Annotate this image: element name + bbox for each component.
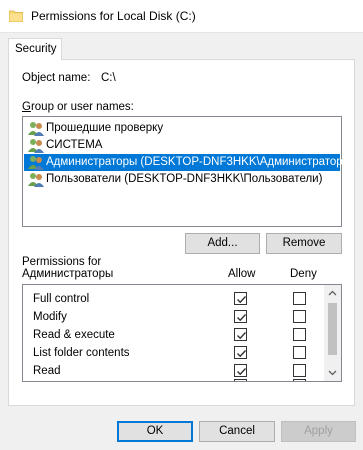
permission-name: Full control bbox=[33, 293, 90, 305]
permissions-list: Full control Modify Read & execute List fol… bbox=[22, 284, 342, 382]
users-icon bbox=[28, 156, 44, 170]
allow-checkbox[interactable] bbox=[234, 292, 247, 305]
ok-button[interactable]: OK bbox=[117, 421, 193, 442]
deny-checkbox[interactable] bbox=[293, 310, 306, 323]
list-item-label: Прошедшие проверку bbox=[46, 122, 164, 134]
permission-name: Read bbox=[33, 365, 61, 377]
group-list[interactable]: Прошедшие проверку СИСТЕМА Администратор… bbox=[22, 116, 355, 227]
allow-checkbox[interactable] bbox=[234, 364, 247, 377]
scroll-thumb[interactable] bbox=[328, 303, 337, 355]
apply-button-label: Apply bbox=[304, 425, 333, 437]
allow-checkbox[interactable] bbox=[234, 328, 247, 341]
ok-button-label: OK bbox=[146, 425, 164, 437]
deny-checkbox[interactable] bbox=[293, 328, 306, 341]
deny-checkbox[interactable] bbox=[293, 292, 306, 305]
group-names-label: Group or user names: bbox=[22, 101, 134, 113]
permission-row: List folder contents bbox=[23, 344, 323, 362]
permissions-label-line2: Администраторы bbox=[22, 268, 114, 280]
permission-name: Modify bbox=[33, 311, 67, 323]
remove-button[interactable]: Remove bbox=[266, 233, 342, 254]
list-item[interactable]: Пользователи (DESKTOP-DNF3HKK\Пользовате… bbox=[24, 171, 340, 188]
users-icon bbox=[28, 173, 44, 187]
allow-checkbox-partial[interactable] bbox=[234, 379, 247, 381]
tab-security-label: Security bbox=[15, 43, 57, 55]
object-name-label: Object name: bbox=[22, 72, 91, 84]
allow-checkbox[interactable] bbox=[234, 346, 247, 359]
list-item[interactable]: Администраторы (DESKTOP-DNF3HKK\Админист… bbox=[24, 154, 355, 171]
permission-name: Read & execute bbox=[33, 329, 115, 341]
permission-name: List folder contents bbox=[33, 347, 130, 359]
scroll-down-icon[interactable] bbox=[328, 368, 337, 377]
allow-header: Allow bbox=[228, 268, 256, 280]
list-item-label: СИСТЕМА bbox=[46, 139, 103, 151]
permission-row: Modify bbox=[23, 308, 323, 326]
allow-checkbox[interactable] bbox=[234, 310, 247, 323]
list-item-label: Пользователи (DESKTOP-DNF3HKK\Пользовате… bbox=[46, 173, 323, 185]
users-icon bbox=[28, 122, 44, 136]
cancel-button-label: Cancel bbox=[219, 425, 255, 437]
tab-security[interactable]: Security bbox=[8, 38, 62, 60]
permission-row: Read bbox=[23, 362, 323, 380]
deny-header: Deny bbox=[290, 268, 317, 280]
title-bar[interactable]: Permissions for Local Disk (C:) bbox=[0, 0, 363, 33]
list-item[interactable]: Прошедшие проверку bbox=[24, 120, 340, 137]
list-item[interactable]: СИСТЕМА bbox=[24, 137, 340, 154]
deny-checkbox[interactable] bbox=[293, 346, 306, 359]
folder-icon bbox=[9, 10, 23, 22]
window-title: Permissions for Local Disk (C:) bbox=[31, 9, 196, 23]
add-button[interactable]: Add... bbox=[185, 233, 260, 254]
object-name-value: C:\ bbox=[101, 72, 116, 84]
cancel-button[interactable]: Cancel bbox=[199, 421, 275, 442]
permissions-scrollbar[interactable] bbox=[324, 285, 341, 381]
users-icon bbox=[28, 139, 44, 153]
list-item-label: Администраторы (DESKTOP-DNF3HKK\Админист… bbox=[46, 156, 355, 168]
scroll-up-icon[interactable] bbox=[328, 289, 337, 298]
permissions-label-line1: Permissions for bbox=[22, 256, 102, 268]
deny-checkbox-partial[interactable] bbox=[293, 379, 306, 381]
add-button-label: Add... bbox=[207, 237, 238, 249]
remove-button-label: Remove bbox=[282, 237, 326, 249]
permission-row: Full control bbox=[23, 290, 323, 308]
deny-checkbox[interactable] bbox=[293, 364, 306, 377]
permission-row: Read & execute bbox=[23, 326, 323, 344]
apply-button[interactable]: Apply bbox=[281, 421, 356, 442]
